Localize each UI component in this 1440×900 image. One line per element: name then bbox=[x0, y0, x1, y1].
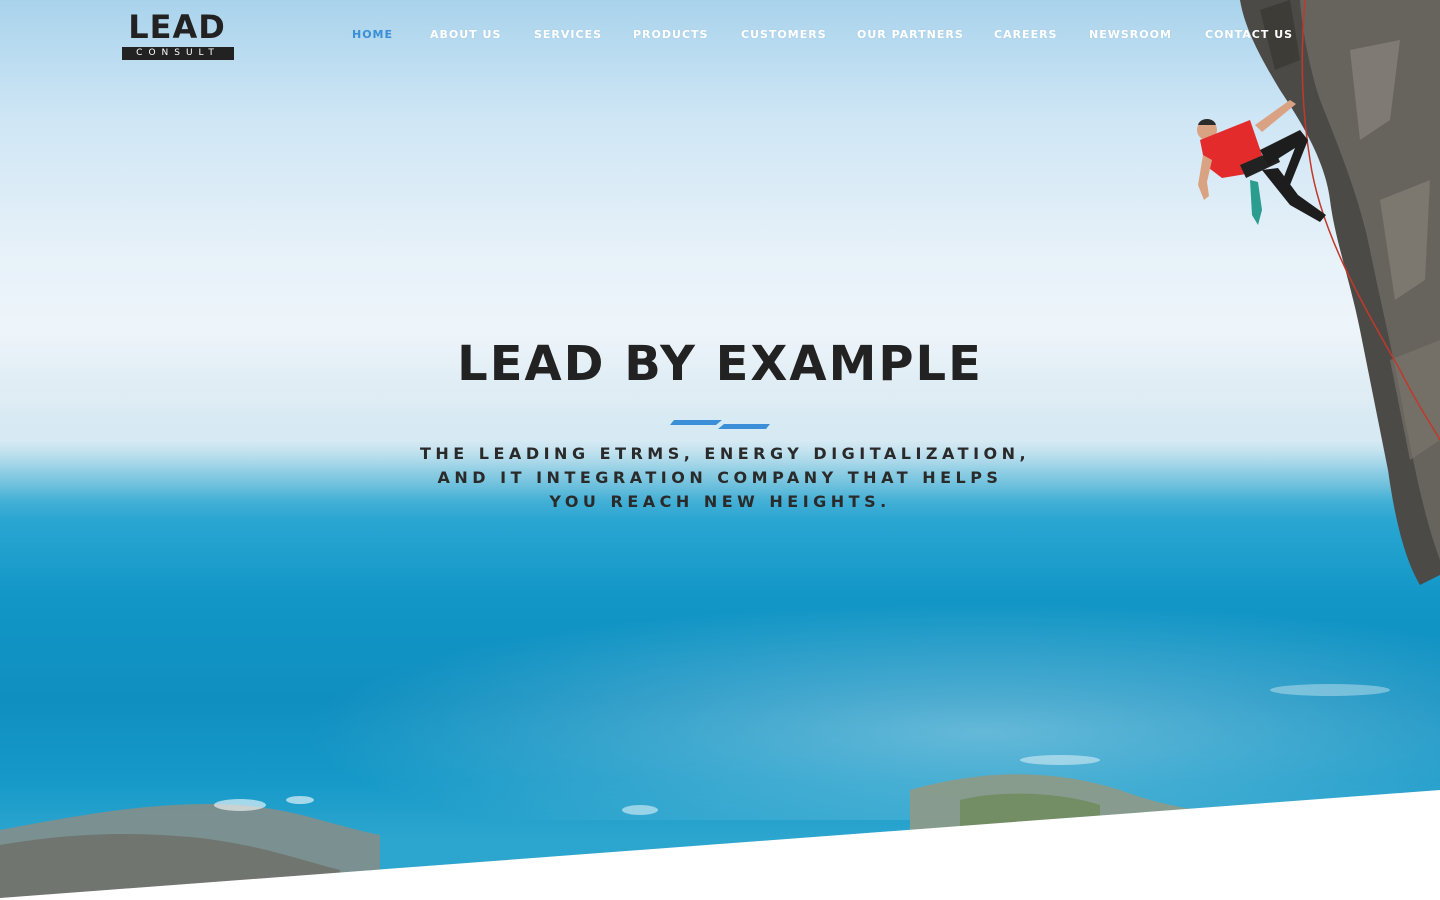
hero-headline: LEAD BY EXAMPLE bbox=[457, 336, 983, 392]
nav-item-careers[interactable]: CAREERS bbox=[994, 28, 1057, 41]
tagline-line: AND IT INTEGRATION COMPANY THAT HELPS bbox=[437, 468, 1003, 487]
logo-subtitle: CONSULT bbox=[122, 47, 234, 60]
nav-item-products[interactable]: PRODUCTS bbox=[633, 28, 708, 41]
tagline-line: YOU REACH NEW HEIGHTS. bbox=[549, 492, 891, 511]
hero-tagline: THE LEADING ETRMS, ENERGY DIGITALIZATION… bbox=[420, 442, 1031, 514]
cliff bbox=[1240, 0, 1440, 585]
nav-item-about-us[interactable]: ABOUT US bbox=[430, 28, 501, 41]
nav-item-our-partners[interactable]: OUR PARTNERS bbox=[857, 28, 964, 41]
logo[interactable]: LEAD CONSULT bbox=[120, 10, 234, 60]
nav-item-contact-us[interactable]: CONTACT US bbox=[1205, 28, 1293, 41]
headline-divider-icon bbox=[670, 420, 770, 429]
logo-wordmark: LEAD bbox=[128, 8, 226, 46]
nav-item-services[interactable]: SERVICES bbox=[534, 28, 602, 41]
nav-item-customers[interactable]: CUSTOMERS bbox=[741, 28, 827, 41]
tagline-line: THE LEADING ETRMS, ENERGY DIGITALIZATION… bbox=[420, 444, 1031, 463]
nav-item-home[interactable]: HOME bbox=[352, 28, 393, 41]
nav-item-newsroom[interactable]: NEWSROOM bbox=[1089, 28, 1172, 41]
